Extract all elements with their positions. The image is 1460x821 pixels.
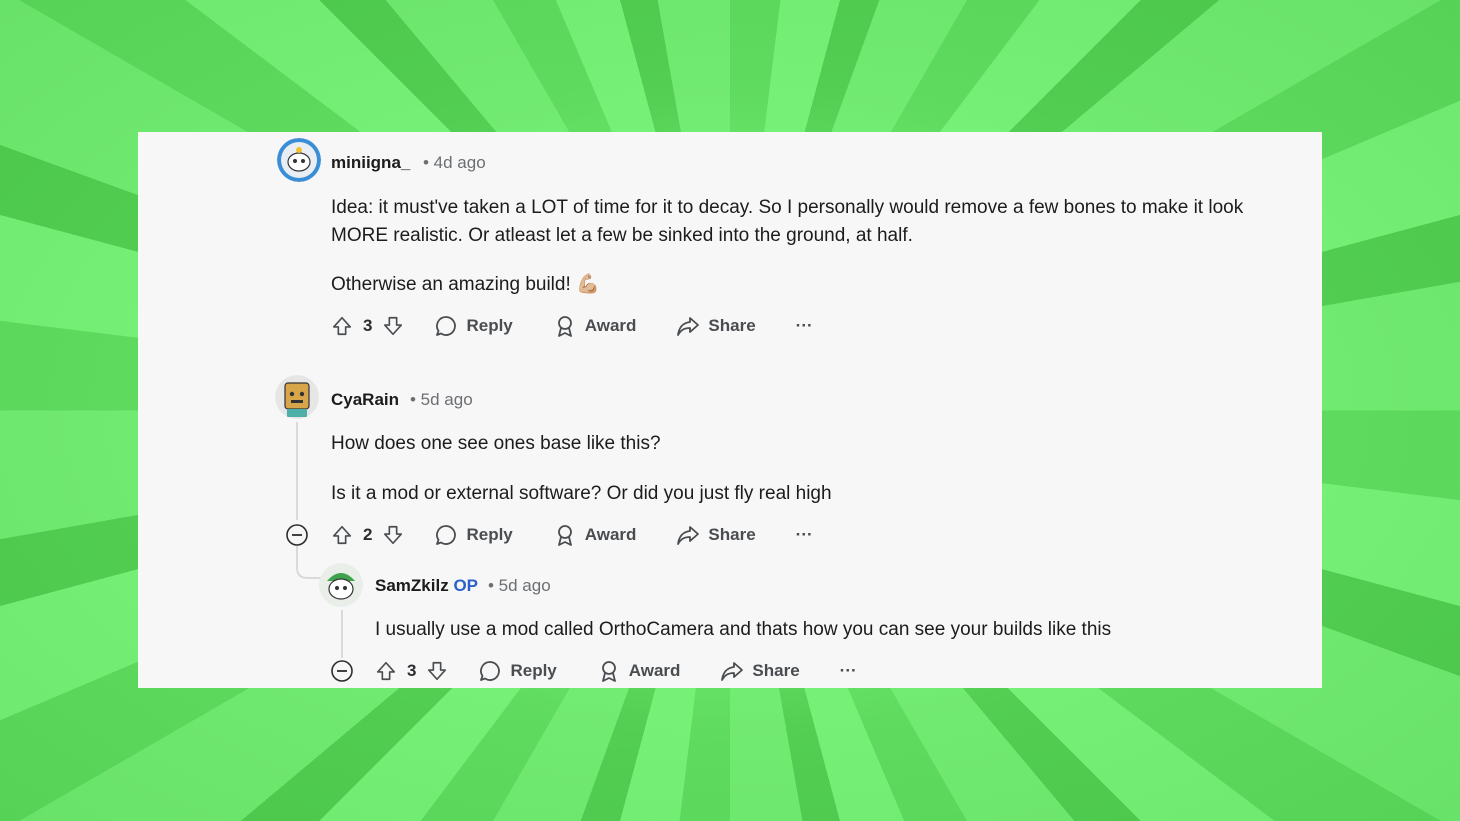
share-button[interactable]: Share: [720, 659, 800, 683]
reply-button[interactable]: Reply: [434, 314, 513, 338]
username[interactable]: miniigna_: [331, 153, 410, 173]
vote-score: 2: [363, 525, 373, 544]
reply-label: Reply: [510, 661, 557, 680]
award-icon: [557, 525, 572, 546]
reply-label: Reply: [466, 525, 513, 544]
award-icon: [601, 661, 616, 682]
avatar[interactable]: [319, 563, 363, 607]
more-options-button[interactable]: ···: [796, 525, 813, 545]
comment-actions: 3 Reply Award Share ···: [375, 656, 857, 686]
comment-paragraph: I usually use a mod called OrthoCamera a…: [375, 619, 1112, 640]
award-icon: [557, 316, 572, 337]
more-options-button[interactable]: ···: [840, 661, 857, 681]
reply-label: Reply: [466, 316, 513, 335]
comment-paragraph: Otherwise an amazing build! 💪🏼: [331, 274, 600, 295]
award-label: Award: [584, 525, 637, 544]
share-icon: [677, 526, 700, 545]
op-badge: OP: [453, 576, 478, 595]
collapse-icon[interactable]: [286, 524, 308, 546]
share-button[interactable]: Share: [676, 523, 756, 547]
comment-paragraph: How does one see ones base like this?: [331, 433, 661, 454]
downvote-icon[interactable]: [382, 524, 404, 546]
comment-actions: 3 Reply Award Share ···: [331, 311, 813, 341]
comment-bubble-icon: [436, 316, 457, 336]
reply-button[interactable]: Reply: [478, 659, 557, 683]
award-button[interactable]: Award: [553, 314, 637, 338]
collapse-icon[interactable]: [331, 660, 353, 682]
share-label: Share: [708, 525, 756, 544]
avatar[interactable]: [277, 138, 321, 182]
upvote-icon[interactable]: [375, 660, 397, 682]
share-label: Share: [708, 316, 756, 335]
comment-actions: 2 Reply Award Share ···: [331, 520, 813, 550]
award-label: Award: [584, 316, 637, 335]
share-label: Share: [752, 661, 800, 680]
share-icon: [721, 662, 744, 681]
comment-paragraph: Idea: it must've taken a LOT of time for…: [331, 197, 1244, 246]
more-options-button[interactable]: ···: [796, 316, 813, 336]
downvote-icon[interactable]: [426, 660, 448, 682]
thread-line[interactable]: [341, 610, 343, 658]
timestamp: • 4d ago: [423, 153, 486, 172]
award-button[interactable]: Award: [597, 659, 681, 683]
vote-score: 3: [407, 661, 417, 680]
thread-line[interactable]: [296, 422, 298, 520]
username-text: SamZkilz: [375, 576, 449, 595]
comment-bubble-icon: [480, 661, 501, 681]
timestamp: • 5d ago: [488, 576, 551, 595]
upvote-icon[interactable]: [331, 524, 353, 546]
avatar[interactable]: [275, 375, 319, 419]
comment-paragraph: Is it a mod or external software? Or did…: [331, 483, 832, 504]
comment-bubble-icon: [436, 525, 457, 545]
username[interactable]: SamZkilz OP: [375, 576, 478, 596]
timestamp: • 5d ago: [410, 390, 473, 409]
vote-score: 3: [363, 316, 373, 335]
reply-button[interactable]: Reply: [434, 523, 513, 547]
award-button[interactable]: Award: [553, 523, 637, 547]
share-icon: [677, 317, 700, 336]
award-label: Award: [628, 661, 681, 680]
username[interactable]: CyaRain: [331, 390, 399, 410]
upvote-icon[interactable]: [331, 315, 353, 337]
downvote-icon[interactable]: [382, 315, 404, 337]
comments-panel: miniigna_ • 4d ago Idea: it must've take…: [138, 132, 1322, 688]
share-button[interactable]: Share: [676, 314, 756, 338]
